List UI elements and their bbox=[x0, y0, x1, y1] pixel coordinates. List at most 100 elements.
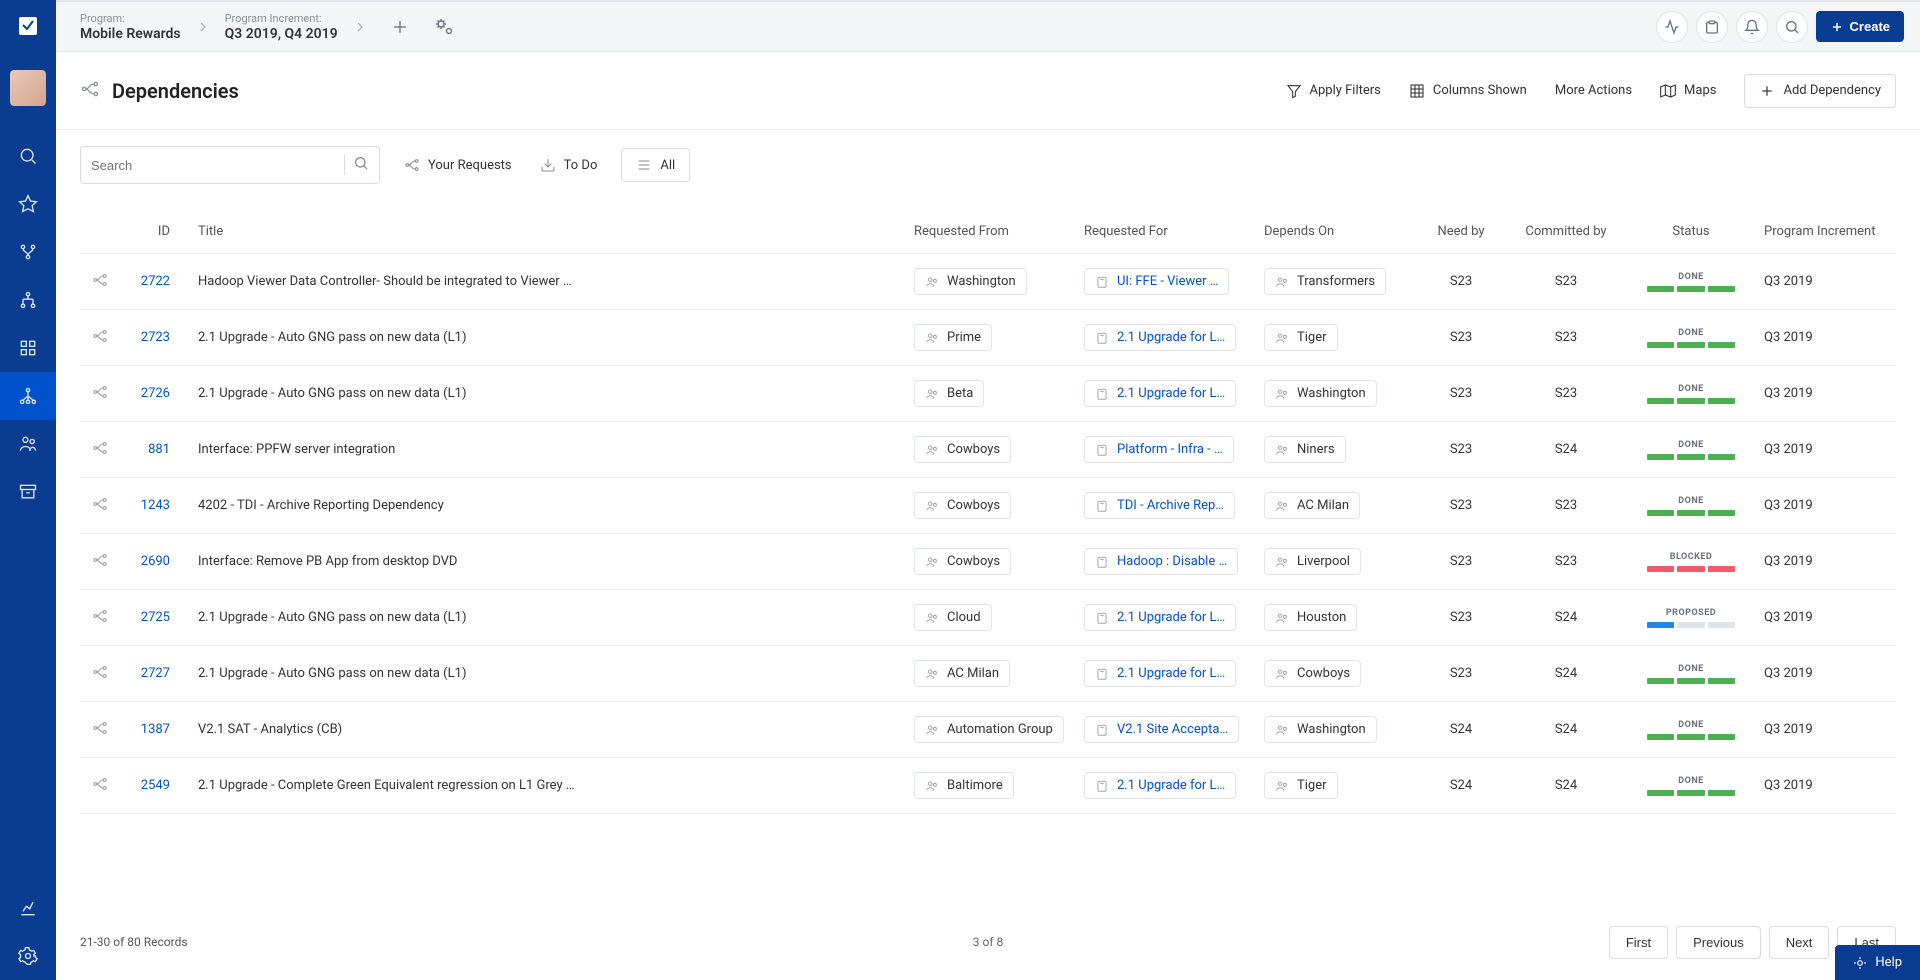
nav-archive[interactable] bbox=[0, 468, 56, 516]
user-avatar[interactable] bbox=[0, 60, 56, 116]
page-title: Dependencies bbox=[112, 79, 239, 103]
row-id-link[interactable]: 2690 bbox=[141, 554, 170, 569]
depends-on-chip[interactable]: Washington bbox=[1264, 716, 1377, 743]
app-logo[interactable] bbox=[0, 0, 56, 52]
col-pi[interactable]: Program Increment bbox=[1756, 210, 1896, 254]
requested-from-chip[interactable]: Cowboys bbox=[914, 436, 1011, 463]
requested-for-chip[interactable]: UI: FFE - Viewer … bbox=[1084, 268, 1229, 295]
create-button[interactable]: Create bbox=[1816, 11, 1904, 42]
pager-previous-button[interactable]: Previous bbox=[1676, 926, 1761, 959]
table-row[interactable]: 881Interface: PPFW server integrationCow… bbox=[80, 422, 1896, 478]
nav-hierarchy[interactable] bbox=[0, 276, 56, 324]
requested-from-chip[interactable]: Beta bbox=[914, 380, 984, 407]
table-row[interactable]: 25492.1 Upgrade - Complete Green Equival… bbox=[80, 758, 1896, 814]
requested-for-chip[interactable]: TDI - Archive Rep… bbox=[1084, 492, 1235, 519]
maps-button[interactable]: Maps bbox=[1660, 83, 1716, 99]
requested-from-chip[interactable]: Cowboys bbox=[914, 492, 1011, 519]
requested-from-chip[interactable]: Automation Group bbox=[914, 716, 1064, 743]
depends-on-chip[interactable]: Niners bbox=[1264, 436, 1346, 463]
col-title[interactable]: Title bbox=[190, 210, 906, 254]
nav-teams[interactable] bbox=[0, 420, 56, 468]
nav-settings[interactable] bbox=[0, 932, 56, 980]
col-id[interactable]: ID bbox=[120, 210, 190, 254]
col-requested-from[interactable]: Requested From bbox=[906, 210, 1076, 254]
table-row[interactable]: 12434202 - TDI - Archive Reporting Depen… bbox=[80, 478, 1896, 534]
depends-on-chip[interactable]: Cowboys bbox=[1264, 660, 1361, 687]
table-row[interactable]: 2722Hadoop Viewer Data Controller- Shoul… bbox=[80, 254, 1896, 310]
breadcrumb-program[interactable]: Program: Mobile Rewards bbox=[72, 2, 189, 51]
requested-from-chip[interactable]: AC Milan bbox=[914, 660, 1010, 687]
row-id-link[interactable]: 881 bbox=[148, 442, 170, 457]
col-requested-for[interactable]: Requested For bbox=[1076, 210, 1256, 254]
apply-filters-button[interactable]: Apply Filters bbox=[1286, 83, 1381, 99]
depends-on-chip[interactable]: Tiger bbox=[1264, 772, 1338, 799]
row-id-link[interactable]: 1243 bbox=[141, 498, 170, 513]
row-id-link[interactable]: 1387 bbox=[141, 722, 170, 737]
requested-for-chip[interactable]: 2.1 Upgrade for L… bbox=[1084, 660, 1236, 687]
col-committed-by[interactable]: Committed by bbox=[1506, 210, 1626, 254]
nav-search[interactable] bbox=[0, 132, 56, 180]
depends-on-chip[interactable]: AC Milan bbox=[1264, 492, 1360, 519]
all-button[interactable]: All bbox=[621, 148, 690, 182]
depends-on-chip[interactable]: Tiger bbox=[1264, 324, 1338, 351]
your-requests-button[interactable]: Your Requests bbox=[400, 149, 516, 181]
requested-from-chip[interactable]: Prime bbox=[914, 324, 992, 351]
create-button-label: Create bbox=[1850, 19, 1890, 34]
requested-for-chip[interactable]: V2.1 Site Accepta… bbox=[1084, 716, 1239, 743]
requested-from-chip[interactable]: Cowboys bbox=[914, 548, 1011, 575]
add-dependency-button[interactable]: Add Dependency bbox=[1744, 74, 1896, 108]
help-button[interactable]: Help bbox=[1835, 945, 1920, 980]
requested-from-chip[interactable]: Baltimore bbox=[914, 772, 1014, 799]
row-id-link[interactable]: 2725 bbox=[141, 610, 170, 625]
nav-strategy[interactable] bbox=[0, 228, 56, 276]
requested-for-chip[interactable]: Hadoop : Disable … bbox=[1084, 548, 1238, 575]
row-id-link[interactable]: 2549 bbox=[141, 778, 170, 793]
row-id-link[interactable]: 2723 bbox=[141, 330, 170, 345]
committed-by-cell: S24 bbox=[1506, 590, 1626, 646]
col-need-by[interactable]: Need by bbox=[1416, 210, 1506, 254]
depends-on-chip[interactable]: Liverpool bbox=[1264, 548, 1361, 575]
table-row[interactable]: 2690 Interface: Remove PB App from deskto… bbox=[80, 534, 1896, 590]
requested-for-chip[interactable]: 2.1 Upgrade for L… bbox=[1084, 604, 1236, 631]
col-status[interactable]: Status bbox=[1626, 210, 1756, 254]
breadcrumb-increment[interactable]: Program Increment: Q3 2019, Q4 2019 bbox=[217, 2, 346, 51]
need-by-cell: S23 bbox=[1416, 534, 1506, 590]
search-input[interactable] bbox=[91, 158, 336, 173]
pager-next-button[interactable]: Next bbox=[1769, 926, 1830, 959]
depends-on-chip[interactable]: Transformers bbox=[1264, 268, 1386, 295]
depends-on-chip[interactable]: Washington bbox=[1264, 380, 1377, 407]
search-icon[interactable] bbox=[353, 155, 369, 175]
depends-on-chip[interactable]: Houston bbox=[1264, 604, 1357, 631]
row-id-link[interactable]: 2727 bbox=[141, 666, 170, 681]
nav-board[interactable] bbox=[0, 324, 56, 372]
clipboard-icon[interactable] bbox=[1696, 11, 1728, 43]
row-title: Interface: Remove PB App from desktop DV… bbox=[190, 534, 906, 590]
requested-from-chip[interactable]: Cloud bbox=[914, 604, 992, 631]
requested-for-chip[interactable]: 2.1 Upgrade for L… bbox=[1084, 772, 1236, 799]
row-id-link[interactable]: 2722 bbox=[141, 274, 170, 289]
table-row[interactable]: 1387V2.1 SAT - Analytics (CB)Automation … bbox=[80, 702, 1896, 758]
search-icon[interactable] bbox=[1776, 11, 1808, 43]
bell-icon[interactable] bbox=[1736, 11, 1768, 43]
nav-favorites[interactable] bbox=[0, 180, 56, 228]
more-actions-button[interactable]: More Actions bbox=[1555, 83, 1632, 98]
table-row[interactable]: 27272.1 Upgrade - Auto GNG pass on new d… bbox=[80, 646, 1896, 702]
col-depends-on[interactable]: Depends On bbox=[1256, 210, 1416, 254]
row-id-link[interactable]: 2726 bbox=[141, 386, 170, 401]
add-icon[interactable] bbox=[382, 9, 418, 45]
columns-shown-button[interactable]: Columns Shown bbox=[1409, 83, 1527, 99]
requested-from-chip[interactable]: Washington bbox=[914, 268, 1027, 295]
gears-icon[interactable] bbox=[426, 9, 462, 45]
nav-dependencies[interactable] bbox=[0, 372, 56, 420]
table-row[interactable]: 27232.1 Upgrade - Auto GNG pass on new d… bbox=[80, 310, 1896, 366]
need-by-cell: S23 bbox=[1416, 646, 1506, 702]
pager-first-button[interactable]: First bbox=[1609, 926, 1668, 959]
to-do-button[interactable]: To Do bbox=[536, 149, 602, 181]
activity-icon[interactable] bbox=[1656, 11, 1688, 43]
nav-reports[interactable] bbox=[0, 884, 56, 932]
table-row[interactable]: 27252.1 Upgrade - Auto GNG pass on new d… bbox=[80, 590, 1896, 646]
table-row[interactable]: 27262.1 Upgrade - Auto GNG pass on new d… bbox=[80, 366, 1896, 422]
requested-for-chip[interactable]: 2.1 Upgrade for L… bbox=[1084, 324, 1236, 351]
requested-for-chip[interactable]: Platform - Infra - … bbox=[1084, 436, 1234, 463]
requested-for-chip[interactable]: 2.1 Upgrade for L… bbox=[1084, 380, 1236, 407]
